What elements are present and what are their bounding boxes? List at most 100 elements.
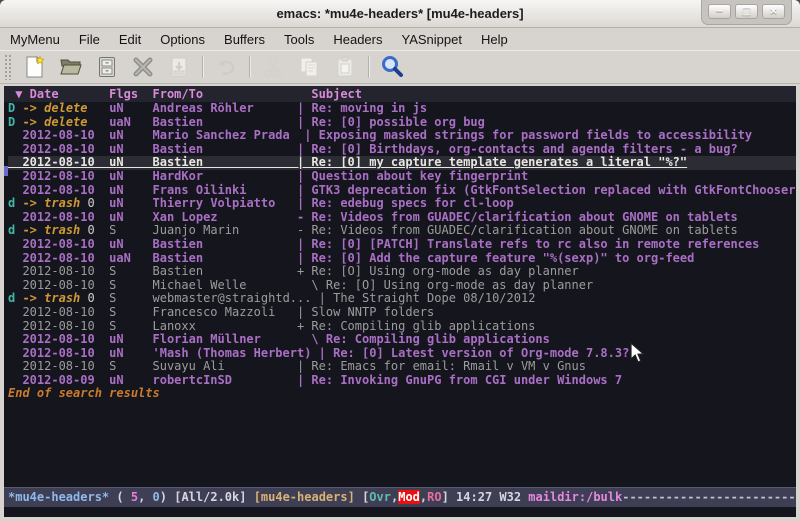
save-archive-button[interactable] (89, 52, 125, 82)
emacs-window: emacs: *mu4e-headers* [mu4e-headers] − □… (0, 0, 800, 521)
text-segment: -> (22, 223, 44, 237)
toolbar-separator (368, 56, 369, 78)
mu4e-headers-buffer[interactable]: ▼ Date Flgs From/To Subject D -> delete … (4, 86, 796, 517)
text-segment: trash (44, 223, 80, 237)
text-segment: [ (355, 490, 369, 504)
text-segment: -> (22, 102, 44, 115)
text-segment: 2012-08-10 uN Frans Oilinki | GTK3 depre… (8, 183, 796, 197)
menu-item-edit[interactable]: Edit (119, 32, 141, 47)
text-segment: delete (44, 102, 87, 115)
text-segment: 2012-08-10 uN Mario Sanchez Prada | Expo… (8, 128, 752, 142)
text-segment: ) [All/2.0k] (160, 490, 254, 504)
menu-item-buffers[interactable]: Buffers (224, 32, 265, 47)
undo-icon (214, 55, 238, 79)
message-row-current[interactable]: 2012-08-10 uN Bastien | Re: [0] my captu… (8, 156, 796, 170)
minimize-button[interactable]: − (708, 4, 731, 19)
text-segment: d (8, 223, 22, 237)
text-segment: 0 (153, 490, 160, 504)
empty-buffer-space (4, 401, 796, 487)
text-segment: d (8, 196, 22, 210)
menu-item-file[interactable]: File (79, 32, 100, 47)
text-segment: *mu4e-headers* (8, 490, 109, 504)
message-row[interactable]: 2012-08-10 S Lanoxx + Re: Compiling glib… (8, 320, 796, 334)
new-file-button[interactable] (17, 52, 53, 82)
text-segment: 2012-08-10 S Suvayu Ali | Re: Emacs for … (8, 359, 586, 373)
text-segment: 2012-08-10 S Francesco Mazzoli | Slow NN… (8, 305, 434, 319)
text-segment: RO (427, 490, 441, 504)
copy-icon (297, 55, 321, 79)
window-title: emacs: *mu4e-headers* [mu4e-headers] (276, 6, 523, 21)
text-segment: , (138, 490, 152, 504)
text-segment (88, 115, 110, 129)
save-archive-icon (95, 55, 119, 79)
message-row[interactable]: 2012-08-10 S Michael Welle \ Re: [O] Usi… (8, 279, 796, 293)
echo-area[interactable] (4, 507, 796, 517)
menu-item-yasnippet[interactable]: YASnippet (401, 32, 461, 47)
close-button[interactable]: × (762, 4, 785, 19)
toolbar-drag-handle[interactable] (4, 54, 13, 80)
text-segment: D (8, 115, 22, 129)
text-segment: -> (22, 291, 44, 305)
text-segment: 2012-08-10 uaN Bastien | Re: [0] Add the… (8, 251, 694, 265)
message-row[interactable]: 2012-08-10 uN Bastien | Re: [0] [PATCH] … (8, 238, 796, 252)
message-row[interactable]: d -> trash 0 S Juanjo Marin - Re: Videos… (8, 224, 796, 238)
text-segment: 2012-08-10 uN Florian Müllner \ Re: Comp… (8, 332, 550, 346)
tool-bar (0, 50, 800, 84)
message-row[interactable]: 2012-08-10 uN Frans Oilinki | GTK3 depre… (8, 184, 796, 198)
text-segment: -> (22, 196, 44, 210)
text-segment: trash (44, 291, 80, 305)
text-segment: 2012-08-10 S Lanoxx + Re: Compiling glib… (8, 319, 535, 333)
text-segment: 0 (80, 223, 109, 237)
close-buffer-button[interactable] (125, 52, 161, 82)
message-row[interactable]: 2012-08-10 uN Bastien | Re: [0] Birthday… (8, 143, 796, 157)
text-segment: ( (109, 490, 131, 504)
message-row[interactable]: 2012-08-10 uaN Bastien | Re: [0] Add the… (8, 252, 796, 266)
text-segment: 2012-08-10 uN Bastien | Re: [0] [PATCH] … (8, 237, 759, 251)
menu-bar: MyMenu File Edit Options Buffers Tools Headers… (0, 28, 800, 50)
toolbar-separator (202, 56, 203, 78)
menu-item-headers[interactable]: Headers (333, 32, 382, 47)
text-segment: 2012-08-09 uN robertcInSD | Re: Invoking… (8, 373, 622, 387)
message-row[interactable]: 2012-08-10 S Francesco Mazzoli | Slow NN… (8, 306, 796, 320)
open-folder-icon (59, 55, 83, 79)
text-segment: D (8, 102, 22, 115)
message-row[interactable]: 2012-08-10 S Suvayu Ali | Re: Emacs for … (8, 360, 796, 374)
text-segment: Ovr (369, 490, 391, 504)
title-bar[interactable]: emacs: *mu4e-headers* [mu4e-headers] − □… (0, 0, 800, 28)
message-row[interactable]: 2012-08-10 uN Xan Lopez - Re: Videos fro… (8, 211, 796, 225)
message-row[interactable]: D -> delete uN Andreas Röhler | Re: movi… (8, 102, 796, 116)
text-segment: 2012-08-10 uN Bastien | Re: [0] my captu… (8, 155, 687, 169)
message-row[interactable]: 2012-08-09 uN robertcInSD | Re: Invoking… (8, 374, 796, 388)
menu-item-help[interactable]: Help (481, 32, 508, 47)
message-row[interactable]: 2012-08-10 uN HardKor | Question about k… (8, 170, 796, 184)
text-segment: 0 (80, 291, 109, 305)
text-segment: 2012-08-10 uN Bastien | Re: [0] Birthday… (8, 142, 738, 156)
message-row[interactable]: d -> trash 0 uN Thierry Volpiatto | Re: … (8, 197, 796, 211)
text-segment: -> (22, 115, 44, 129)
text-segment (88, 102, 110, 115)
window-buttons: − □ × (701, 0, 792, 25)
message-row[interactable]: 2012-08-10 S Bastien + Re: [O] Using org… (8, 265, 796, 279)
mode-line[interactable]: *mu4e-headers* ( 5, 0) [All/2.0k] [mu4e-… (4, 487, 796, 507)
message-row[interactable]: 2012-08-10 uN Florian Müllner \ Re: Comp… (8, 333, 796, 347)
menu-item-options[interactable]: Options (160, 32, 205, 47)
text-segment: 2012-08-10 uN Xan Lopez - Re: Videos fro… (8, 210, 738, 224)
open-folder-button[interactable] (53, 52, 89, 82)
text-segment: delete (44, 115, 87, 129)
text-segment: 5 (131, 490, 138, 504)
end-of-search-results: End of search results (4, 387, 796, 401)
menu-item-tools[interactable]: Tools (284, 32, 314, 47)
message-row[interactable]: d -> trash 0 S webmaster@straightd... | … (8, 292, 796, 306)
close-x-icon (131, 55, 155, 79)
cut-button-disabled (255, 52, 291, 82)
message-row[interactable]: 2012-08-10 uN Mario Sanchez Prada | Expo… (8, 129, 796, 143)
text-segment: [mu4e-headers] (254, 490, 355, 504)
search-button[interactable] (374, 52, 410, 82)
text-segment: 2012-08-10 S Bastien + Re: [O] Using org… (8, 264, 579, 278)
text-segment: 0 (80, 196, 109, 210)
message-row[interactable]: 2012-08-10 uN 'Mash (Thomas Herbert) | R… (8, 347, 796, 361)
message-row[interactable]: D -> delete uaN Bastien | Re: [0] possib… (8, 116, 796, 130)
message-list: D -> delete uN Andreas Röhler | Re: movi… (4, 102, 796, 387)
maximize-button[interactable]: □ (735, 4, 758, 19)
menu-item-mymenu[interactable]: MyMenu (10, 32, 60, 47)
